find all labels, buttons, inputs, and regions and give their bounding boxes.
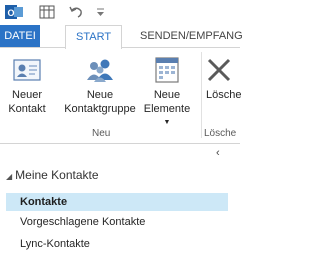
neuer-kontakt-label-1: Neuer: [12, 89, 42, 101]
folder-pane: ◢ Meine Kontakte Kontakte Vorgeschlagene …: [0, 160, 240, 279]
svg-text:O: O: [7, 8, 14, 18]
ribbon-tabs: DATEI START SENDEN/EMPFANG: [0, 25, 243, 49]
tab-start[interactable]: START: [65, 25, 123, 49]
folder-item-kontakte[interactable]: Kontakte: [6, 193, 228, 211]
neue-elemente-button[interactable]: Neue Elemente ▼: [140, 54, 194, 130]
tab-senden-empfangen[interactable]: SENDEN/EMPFANG: [132, 25, 251, 47]
dropdown-caret-icon: ▼: [163, 119, 171, 126]
collapse-pane-chevron-icon[interactable]: ‹: [216, 147, 220, 159]
loeschen-label: Lösche: [206, 89, 242, 101]
neue-elemente-label-1: Neue: [153, 89, 181, 101]
folder-item-vorgeschlagene-kontakte[interactable]: Vorgeschlagene Kontakte: [6, 213, 228, 231]
section-title: Meine Kontakte: [15, 168, 99, 182]
neue-elemente-label-text: Elemente: [143, 103, 191, 115]
neue-kontaktgruppe-label-2: Kontaktgruppe: [64, 103, 136, 115]
tab-datei[interactable]: DATEI: [0, 25, 40, 47]
folder-item-lync-kontakte[interactable]: Lync-Kontakte: [6, 235, 228, 253]
ribbon: Neuer Kontakt Neue Kontaktgruppe Neue El…: [0, 48, 243, 144]
group-label-loeschen: Lösche: [204, 128, 237, 139]
neuer-kontakt-button[interactable]: Neuer Kontakt: [4, 54, 50, 116]
new-items-icon: [155, 57, 179, 83]
loeschen-button[interactable]: Lösche: [203, 54, 243, 102]
neue-kontaktgruppe-label-1: Neue: [86, 89, 114, 101]
meine-kontakte-header[interactable]: ◢ Meine Kontakte: [6, 168, 99, 182]
contact-group-icon: [87, 59, 113, 82]
contact-card-icon: [13, 59, 41, 81]
customize-arrow-icon[interactable]: [92, 3, 110, 21]
delete-icon: [207, 58, 231, 82]
undo-icon[interactable]: [67, 3, 85, 21]
send-receive-icon[interactable]: [38, 3, 56, 21]
neuer-kontakt-label-2: Kontakt: [8, 103, 46, 115]
group-label-neu: Neu: [92, 128, 111, 139]
outlook-icon[interactable]: O: [5, 3, 23, 21]
group-separator: [201, 52, 202, 138]
neue-kontaktgruppe-button[interactable]: Neue Kontaktgruppe: [62, 54, 138, 116]
expand-collapse-icon[interactable]: ◢: [6, 172, 12, 181]
quick-access-toolbar: O: [0, 0, 240, 24]
neue-elemente-label-2: Elemente ▼: [140, 102, 194, 130]
